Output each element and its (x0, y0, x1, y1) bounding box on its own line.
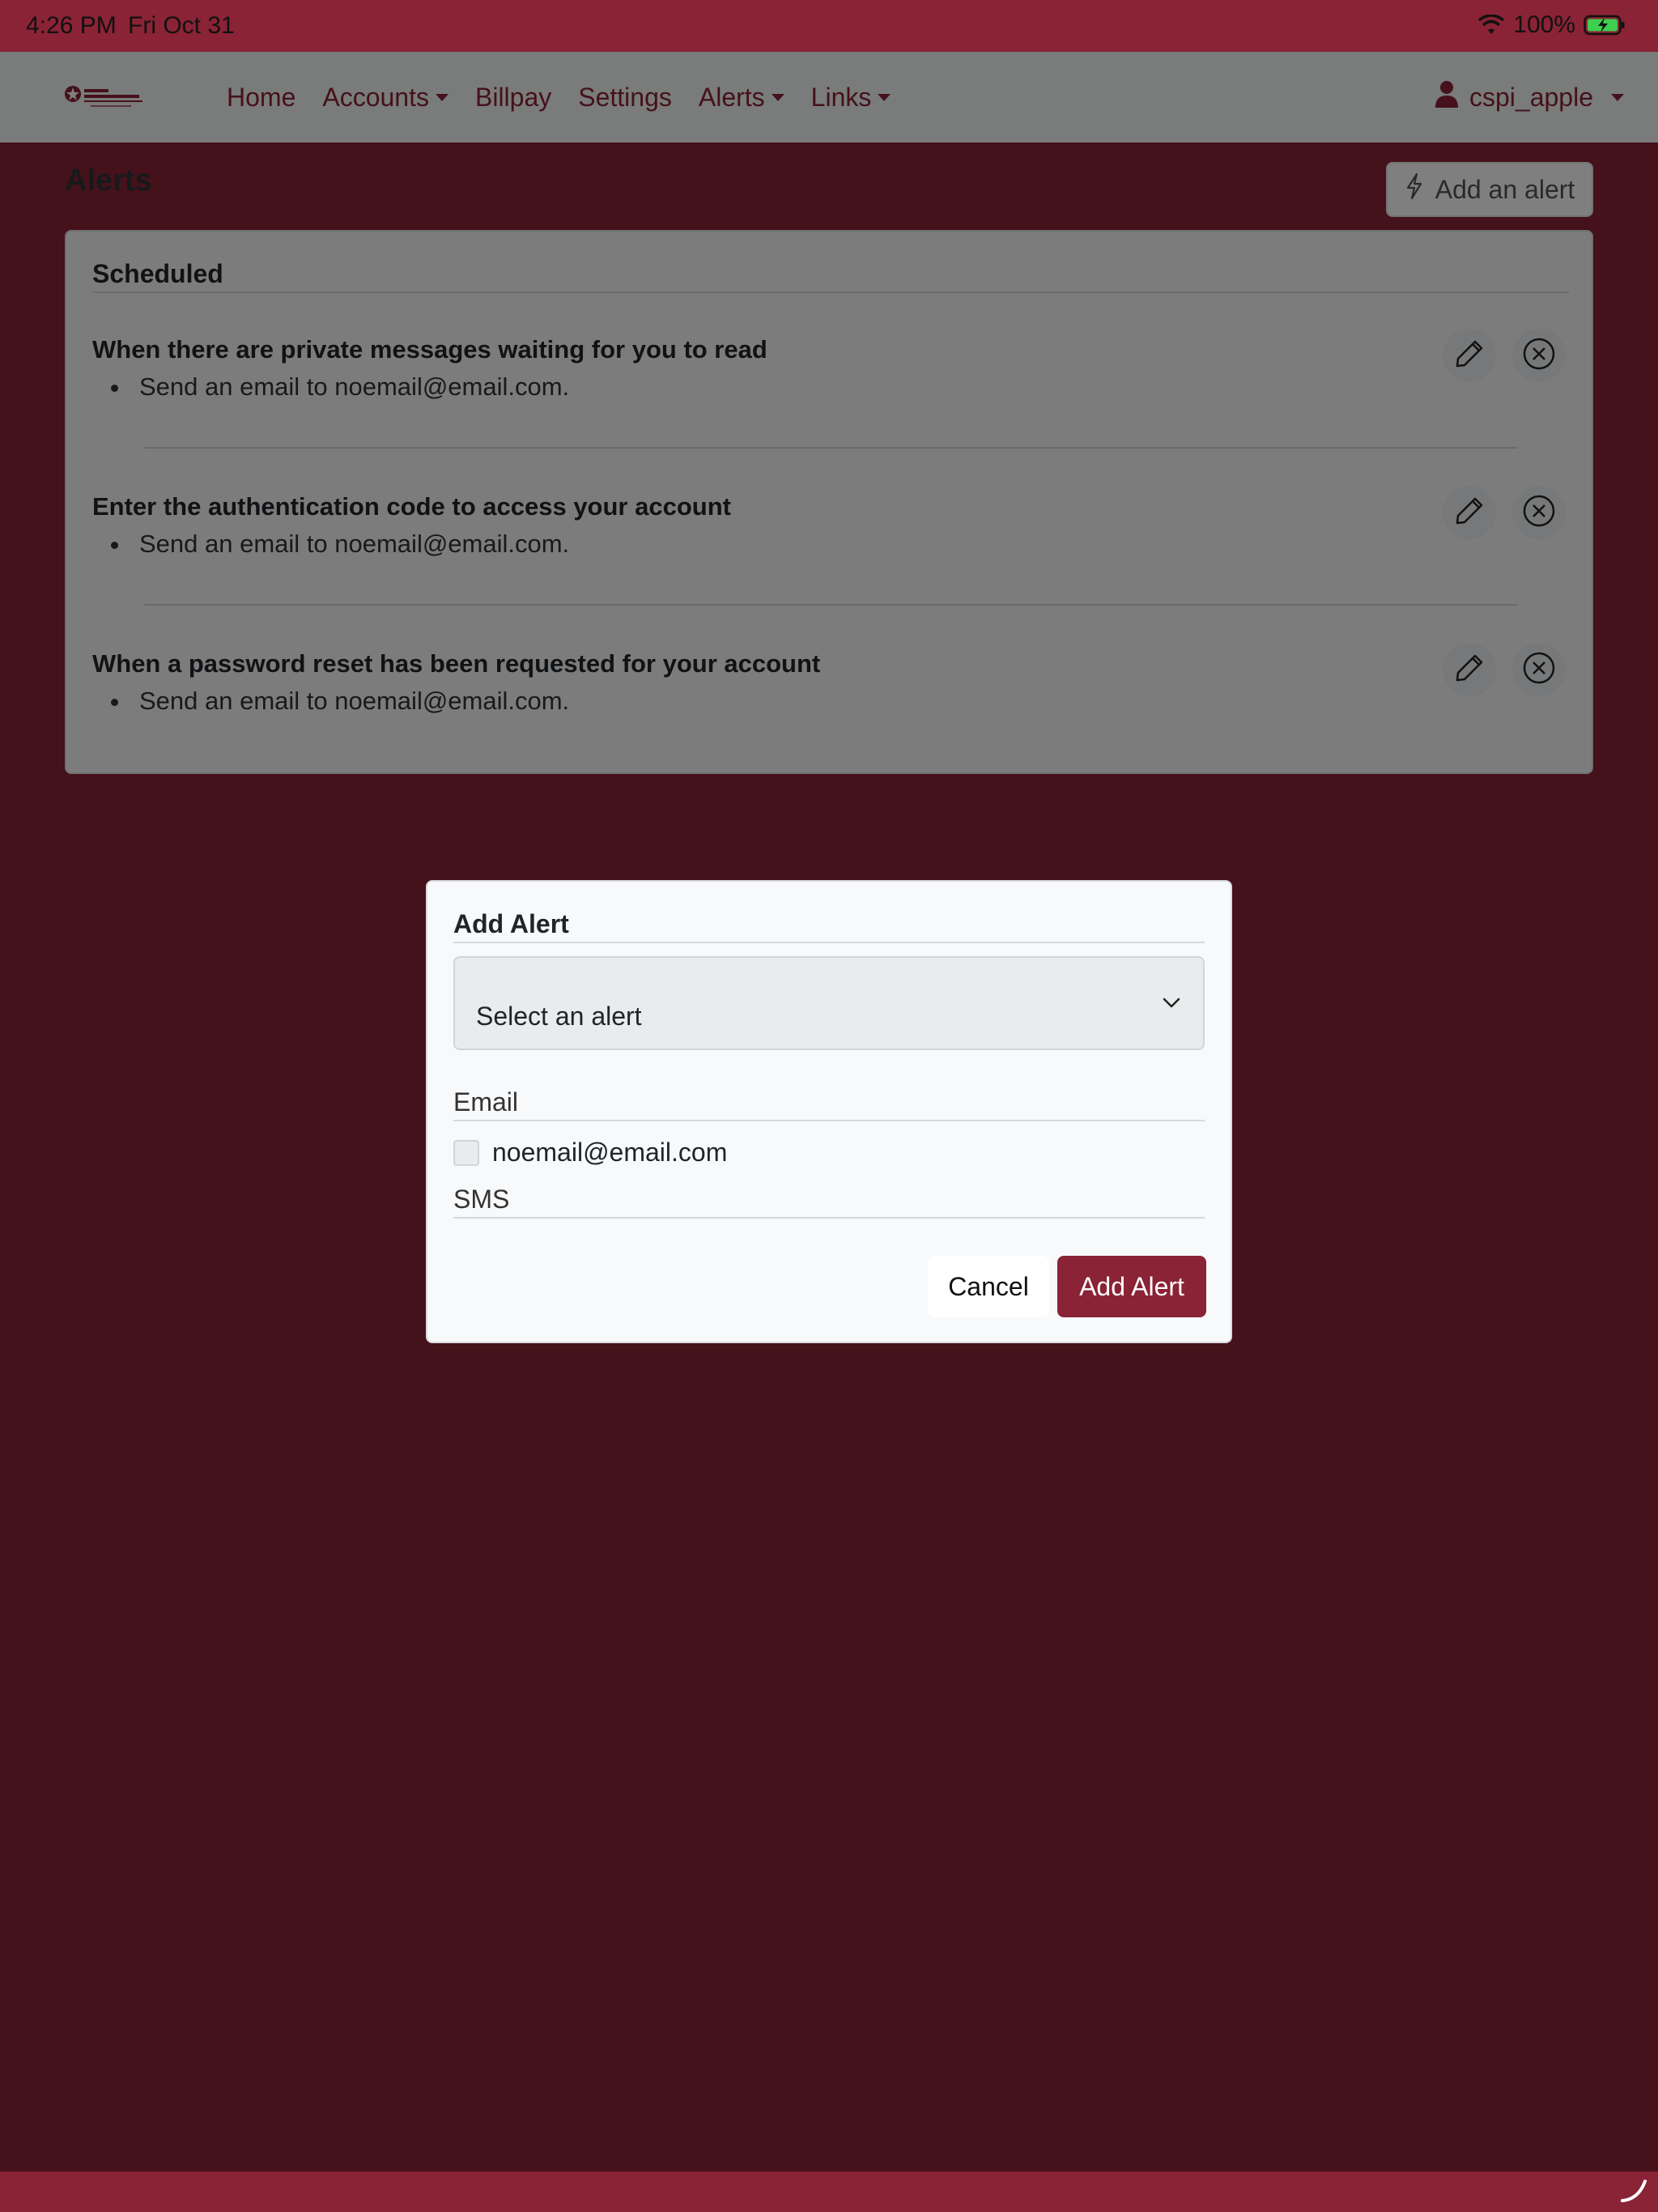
cancel-button[interactable]: Cancel (928, 1256, 1049, 1317)
bottom-bar (0, 2172, 1658, 2212)
wifi-icon (1477, 15, 1505, 36)
alert-type-select[interactable]: Select an alert (453, 956, 1205, 1050)
battery-percent: 100% (1513, 11, 1575, 38)
email-checkbox[interactable] (453, 1139, 479, 1166)
status-date: Fri Oct 31 (128, 12, 235, 39)
select-value: Select an alert (476, 1002, 642, 1031)
email-option-label: noemail@email.com (492, 1138, 728, 1167)
sms-section-label: SMS (453, 1185, 1205, 1219)
dialog-title: Add Alert (453, 909, 1205, 943)
chevron-down-icon (1161, 992, 1182, 1017)
app-screen: 4:26 PM Fri Oct 31 100% • • • Add Alert … (0, 0, 1658, 2212)
add-alert-button[interactable]: Add Alert (1057, 1256, 1206, 1317)
email-section-label: Email (453, 1087, 1205, 1121)
email-option-row: noemail@email.com (453, 1138, 727, 1168)
status-bar: 4:26 PM Fri Oct 31 100% (0, 0, 1658, 52)
home-indicator-icon (1619, 2176, 1648, 2208)
add-alert-dialog: Add Alert Select an alert Email noemail@… (426, 880, 1232, 1343)
status-time: 4:26 PM (26, 12, 117, 39)
battery-charging-icon (1584, 15, 1626, 36)
